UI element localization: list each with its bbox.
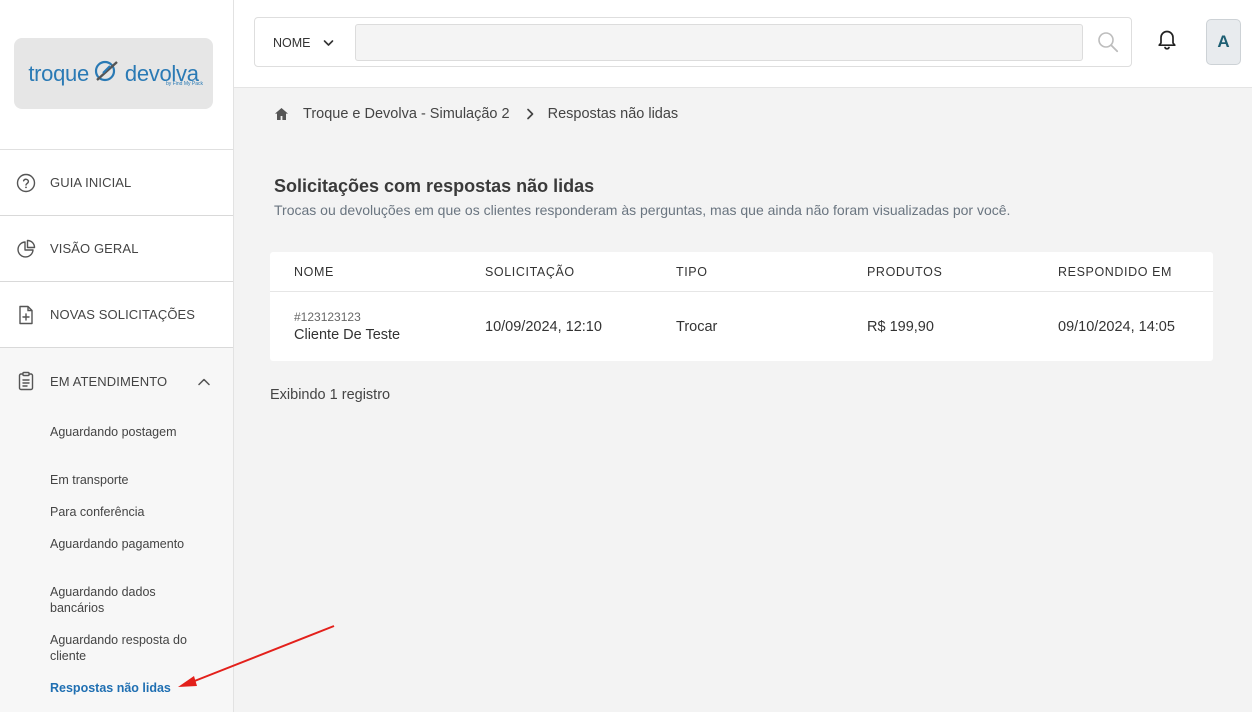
bell-icon [1157,28,1177,55]
table-header: NOME SOLICITAÇÃO TIPO PRODUTOS RESPONDID… [270,252,1213,292]
nav-label: GUIA INICIAL [50,175,132,190]
logo-text-left: troque [28,60,89,86]
home-icon[interactable] [274,107,289,121]
breadcrumb: Troque e Devolva - Simulação 2 Respostas… [274,104,678,124]
page-subtitle: Trocas ou devoluções em que os clientes … [274,202,1011,218]
column-header-nome: NOME [294,265,334,279]
clipboard-icon [16,371,36,391]
logo-tagline: by Find My Pack [166,81,203,87]
request-type: Trocar [676,319,718,335]
search-field-select-value: NOME [273,36,311,50]
submenu-item-respostas-nao-lidas[interactable]: Respostas não lidas [50,680,190,696]
requests-table: NOME SOLICITAÇÃO TIPO PRODUTOS RESPONDID… [270,252,1213,361]
chevron-up-icon[interactable] [197,374,211,392]
search-bar: NOME [254,17,1132,67]
top-bar: NOME A [234,0,1252,88]
breadcrumb-parent[interactable]: Troque e Devolva - Simulação 2 [303,106,510,122]
brand-logo[interactable]: troque devolva by Find My Pack [14,38,213,109]
search-icon[interactable] [1097,31,1119,58]
submenu-item-para-conferencia[interactable]: Para conferência [50,504,190,520]
requested-at: 10/09/2024, 12:10 [485,319,602,335]
submenu-item-em-transporte[interactable]: Em transporte [50,472,190,488]
customer-name: Cliente De Teste [294,327,401,343]
nav-item-novas-solicitacoes[interactable]: NOVAS SOLICITAÇÕES [0,282,233,348]
annotation-arrow [178,625,335,687]
submenu-item-aguardando-pagamento[interactable]: Aguardando pagamento [50,536,190,552]
page-title: Solicitações com respostas não lidas [274,176,595,196]
submenu-item-aguardando-postagem[interactable]: Aguardando postagem [50,424,190,440]
nav-item-em-atendimento[interactable]: EM ATENDIMENTO [0,348,233,414]
nav-label: VISÃO GERAL [50,241,139,256]
request-id: #123123123 [294,310,361,324]
products-value: R$ 199,90 [867,319,934,335]
submenu-item-aguardando-resposta-cliente[interactable]: Aguardando resposta do cliente [50,632,190,664]
search-input[interactable] [355,24,1083,61]
file-plus-icon [16,305,36,325]
user-avatar[interactable]: A [1206,19,1241,65]
logo-area: troque devolva by Find My Pack [0,0,233,150]
sidebar: troque devolva by Find My Pack GUIA INIC… [0,0,234,712]
nav-label: EM ATENDIMENTO [50,373,168,389]
search-field-select[interactable]: NOME [273,30,334,56]
column-header-respondido-em: RESPONDIDO EM [1058,265,1173,279]
chevron-down-icon [323,36,334,50]
logo-swap-icon [93,59,121,89]
notifications-button[interactable] [1143,18,1191,64]
nav-label: NOVAS SOLICITAÇÕES [50,307,196,322]
nav-item-guia-inicial[interactable]: GUIA INICIAL [0,150,233,216]
chevron-right-icon [526,108,534,120]
column-header-solicitacao: SOLICITAÇÃO [485,265,575,279]
table-row[interactable]: #123123123 Cliente De Teste 10/09/2024, … [270,293,1213,361]
pie-chart-icon [16,239,36,259]
help-circle-icon [16,173,36,193]
breadcrumb-current: Respostas não lidas [547,106,679,122]
record-count: Exibindo 1 registro [270,387,391,403]
column-header-produtos: PRODUTOS [867,265,943,279]
submenu-item-aguardando-dados-bancarios[interactable]: Aguardando dados bancários [50,584,190,616]
answered-at: 09/10/2024, 14:05 [1058,319,1175,335]
column-header-tipo: TIPO [676,265,708,279]
nav-item-visao-geral[interactable]: VISÃO GERAL [0,216,233,282]
